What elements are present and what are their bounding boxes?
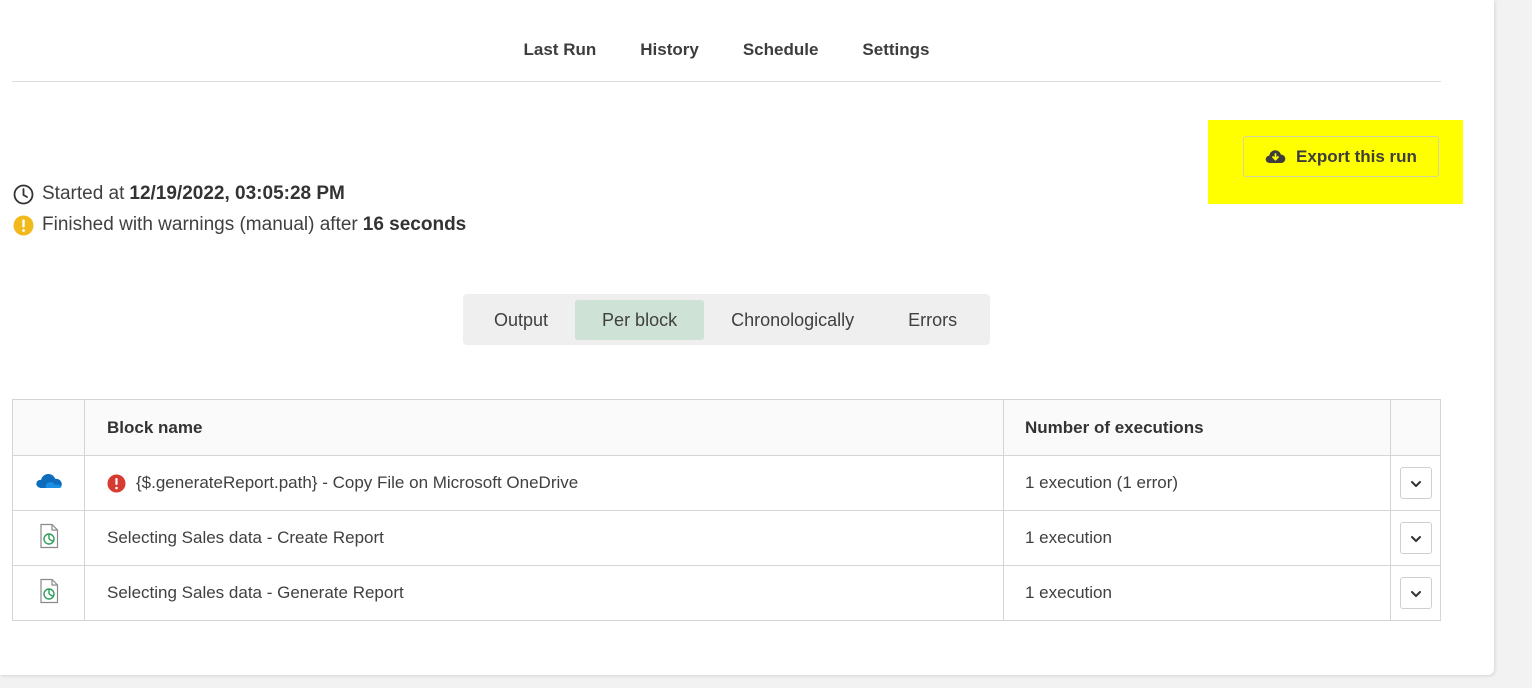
error-icon [107, 474, 126, 493]
block-executions: 1 execution [1004, 566, 1391, 620]
expand-row-button[interactable] [1399, 577, 1432, 609]
table-row: {$.generateReport.path} - Copy File on M… [13, 455, 1440, 510]
segment-per-block[interactable]: Per block [575, 299, 705, 340]
table-header-row: Block name Number of executions [13, 400, 1440, 455]
chevron-down-icon [1410, 583, 1422, 603]
tab-settings[interactable]: Settings [840, 38, 951, 62]
main-panel: Last Run History Schedule Settings Expor… [0, 0, 1494, 675]
report-document-icon [39, 578, 59, 609]
report-document-icon [39, 523, 59, 554]
view-mode-switcher: Output Per block Chronologically Errors [463, 294, 990, 345]
segment-errors[interactable]: Errors [881, 300, 984, 340]
expand-row-button[interactable] [1399, 522, 1432, 554]
onedrive-cloud-icon [35, 472, 63, 495]
header-block-name: Block name [85, 400, 1004, 455]
tab-history[interactable]: History [618, 38, 721, 62]
finished-duration: 16 seconds [362, 214, 467, 235]
tab-divider [12, 81, 1441, 82]
export-run-button[interactable]: Export this run [1243, 136, 1439, 177]
finished-label: Finished with warnings (manual) after [42, 214, 358, 235]
block-name: Selecting Sales data - Create Report [107, 528, 384, 547]
clock-icon [12, 183, 34, 205]
finished-line: Finished with warnings (manual) after 16… [12, 211, 466, 239]
segment-output[interactable]: Output [467, 300, 575, 340]
block-name: Selecting Sales data - Generate Report [107, 583, 404, 602]
expand-row-button[interactable] [1399, 467, 1432, 499]
segment-chronologically[interactable]: Chronologically [704, 300, 881, 340]
started-line: Started at 12/19/2022, 03:05:28 PM [12, 180, 466, 208]
export-run-label: Export this run [1296, 146, 1417, 166]
run-info: Started at 12/19/2022, 03:05:28 PM Finis… [12, 180, 466, 242]
block-executions: 1 execution [1004, 511, 1391, 565]
tab-last-run[interactable]: Last Run [502, 38, 619, 62]
cloud-download-icon [1265, 149, 1286, 164]
table-row: Selecting Sales data - Generate Report 1… [13, 565, 1440, 620]
blocks-table: Block name Number of executions {$.gener… [12, 399, 1441, 621]
warning-icon [12, 214, 34, 236]
top-tab-bar: Last Run History Schedule Settings [0, 38, 1453, 62]
tab-schedule[interactable]: Schedule [721, 38, 841, 62]
block-executions: 1 execution (1 error) [1004, 456, 1391, 510]
block-name: {$.generateReport.path} - Copy File on M… [136, 473, 579, 492]
started-label: Started at [42, 183, 125, 204]
table-row: Selecting Sales data - Create Report 1 e… [13, 510, 1440, 565]
header-icon-cell [13, 400, 85, 455]
chevron-down-icon [1410, 528, 1422, 548]
header-executions: Number of executions [1004, 400, 1391, 455]
header-action-cell [1391, 400, 1440, 455]
started-value: 12/19/2022, 03:05:28 PM [129, 183, 345, 204]
chevron-down-icon [1410, 473, 1422, 493]
